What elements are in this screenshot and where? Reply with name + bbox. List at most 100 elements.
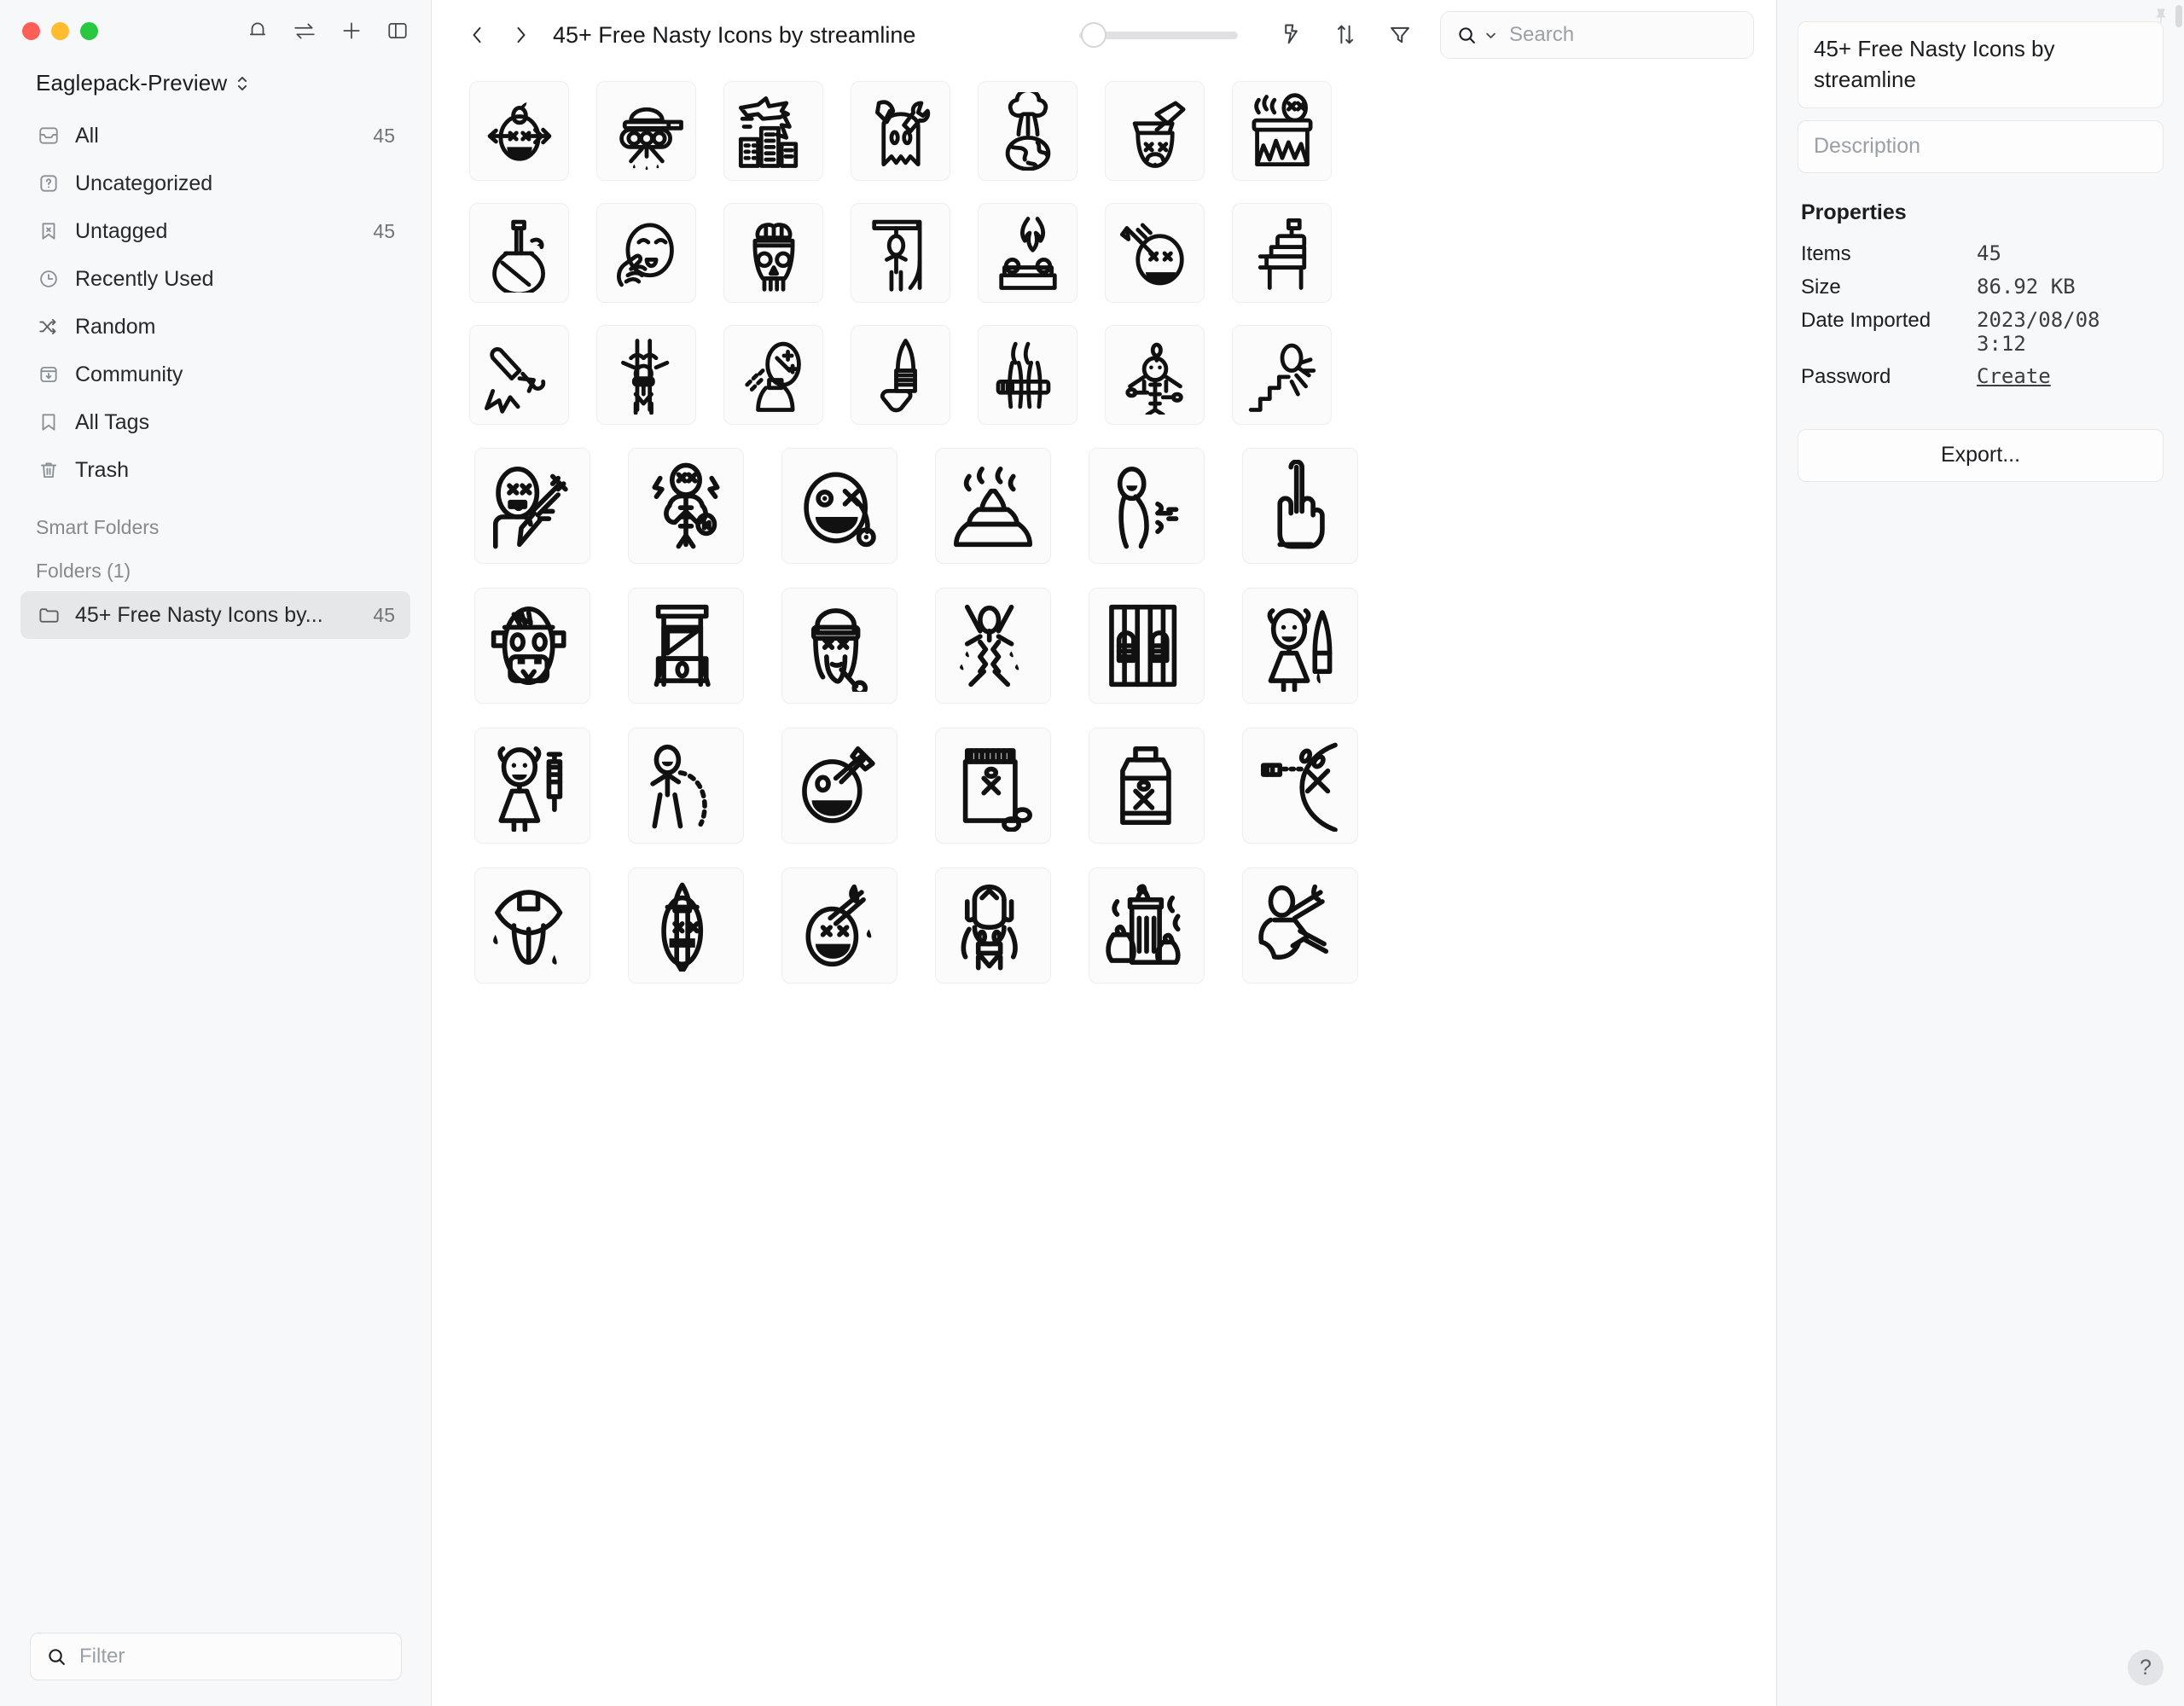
- icon-tile-poison-jug[interactable]: [1089, 728, 1205, 844]
- icon-tile-legs-in-stocks[interactable]: [978, 325, 1077, 425]
- sidebar-item-uncategorized[interactable]: Uncategorized: [20, 160, 410, 207]
- icon-grid-scroll-area[interactable]: [432, 70, 1776, 1706]
- filter-funnel-icon[interactable]: [1385, 20, 1414, 49]
- icon-tile-frankenstein-head[interactable]: [474, 588, 590, 704]
- sidebar-item-community[interactable]: Community: [20, 351, 410, 398]
- export-button[interactable]: Export...: [1798, 428, 2164, 482]
- property-value: 86.92 KB: [1977, 274, 2076, 299]
- create-password-link[interactable]: Create: [1977, 364, 2051, 388]
- library-switcher[interactable]: Eaglepack-Preview: [0, 61, 431, 112]
- search-input[interactable]: Search: [1440, 11, 1754, 59]
- sidebar-item-label: All: [75, 123, 99, 148]
- icon-tile-dead-face-dagger[interactable]: [628, 868, 744, 984]
- history-nav: [462, 20, 536, 49]
- icon-tile-burning-body-table[interactable]: [978, 203, 1077, 303]
- icon-tile-skull-brain[interactable]: [723, 203, 823, 303]
- toggle-sidebar-icon[interactable]: [386, 20, 409, 42]
- icon-tile-axe-in-head[interactable]: [1105, 81, 1205, 181]
- icon-tile-gallows-hanging[interactable]: [851, 203, 950, 303]
- icon-tile-person-torn-apart[interactable]: [935, 588, 1051, 704]
- icon-tile-guillotine[interactable]: [628, 588, 744, 704]
- slider-knob[interactable]: [1081, 22, 1107, 48]
- pin-icon[interactable]: [2152, 7, 2170, 30]
- sidebar-item-all[interactable]: All 45: [20, 112, 410, 160]
- icon-tile-axe-wrench-ghost[interactable]: [851, 81, 950, 181]
- voodoo-doll-pins-icon: [1124, 342, 1183, 415]
- filter-input[interactable]: Filter: [30, 1633, 402, 1680]
- icon-tile-gunshot-spray[interactable]: [1242, 728, 1358, 844]
- icon-tile-arrow-through-head-apple[interactable]: [469, 81, 569, 181]
- person-farting-icon: [1117, 466, 1179, 549]
- icon-tile-person-tied-to-pole[interactable]: [596, 325, 696, 425]
- icon-tile-head-on-fire-pot[interactable]: [1232, 81, 1332, 181]
- inspector-scrollbar[interactable]: [2175, 5, 2182, 27]
- item-description-field[interactable]: Description: [1798, 119, 2164, 173]
- icon-tile-voodoo-doll-pins[interactable]: [1105, 325, 1205, 425]
- icon-tile-smelly-trash-can[interactable]: [1089, 868, 1205, 984]
- chevron-down-icon[interactable]: [1484, 29, 1497, 42]
- icon-tile-bong-pipe[interactable]: [469, 203, 569, 303]
- icon-tile-poop-steaming[interactable]: [935, 448, 1051, 564]
- icon-tile-face-with-cleaver[interactable]: [781, 728, 897, 844]
- folders-header: Folders (1): [36, 560, 131, 582]
- icon-tile-tank-bombing[interactable]: [596, 81, 696, 181]
- sync-icon[interactable]: [293, 20, 317, 42]
- icon-tile-knife-blade[interactable]: [851, 325, 950, 425]
- icon-grid-row: [432, 314, 1776, 436]
- thumbnail-size-slider[interactable]: [1079, 20, 1239, 49]
- zoom-window-button[interactable]: [80, 21, 98, 40]
- sidebar-item-all-tags[interactable]: All Tags: [20, 398, 410, 446]
- sidebar-item-recently-used[interactable]: Recently Used: [20, 255, 410, 303]
- sidebar-item-untagged[interactable]: Untagged 45: [20, 207, 410, 255]
- lightning-icon[interactable]: [1276, 20, 1305, 49]
- icon-tile-topless-woman[interactable]: [935, 868, 1051, 984]
- middle-finger-icon: [1277, 460, 1325, 549]
- icon-tile-person-vomiting[interactable]: [628, 728, 744, 844]
- icon-tile-broken-bone[interactable]: [469, 325, 569, 425]
- icon-tile-voodoo-doll-shock[interactable]: [628, 448, 744, 564]
- icon-tile-dead-face-eyepatch[interactable]: [781, 448, 897, 564]
- close-window-button[interactable]: [22, 21, 40, 40]
- sidebar-item-random[interactable]: Random: [20, 303, 410, 351]
- mouth-tongue-out-icon: [493, 890, 563, 966]
- guillotine-icon: [653, 604, 711, 688]
- frankenstein-head-icon: [491, 606, 566, 686]
- dead-face-eyepatch-icon: [804, 472, 876, 548]
- notifications-icon[interactable]: [247, 20, 269, 42]
- icon-tile-electric-chair[interactable]: [1232, 203, 1332, 303]
- icon-tile-middle-finger[interactable]: [1242, 448, 1358, 564]
- add-icon[interactable]: [340, 20, 363, 42]
- icon-tile-poison-pill-bottle[interactable]: [935, 728, 1051, 844]
- icon-tile-person-stabbed[interactable]: [1242, 868, 1358, 984]
- help-button[interactable]: ?: [2128, 1650, 2164, 1686]
- sidebar-folder-nasty-icons[interactable]: 45+ Free Nasty Icons by... 45: [20, 591, 410, 639]
- inspector-panel: 45+ Free Nasty Icons by streamline Descr…: [1776, 0, 2184, 1706]
- sort-icon[interactable]: [1331, 20, 1360, 49]
- icon-tile-dead-face-syringe[interactable]: [474, 448, 590, 564]
- icon-tile-prison-bars-hands[interactable]: [1089, 588, 1205, 704]
- sidebar-folder-count: 45: [373, 603, 395, 626]
- arrow-through-head-apple-icon: [487, 102, 551, 161]
- minimize-window-button[interactable]: [51, 21, 69, 40]
- fall-down-stairs-icon: [1248, 343, 1316, 412]
- icon-tile-fall-down-stairs[interactable]: [1232, 325, 1332, 425]
- icon-tile-spray-bottle-face[interactable]: [723, 325, 823, 425]
- back-button[interactable]: [462, 20, 491, 49]
- icon-tile-mouth-tongue-out[interactable]: [474, 868, 590, 984]
- icon-tile-person-farting[interactable]: [1089, 448, 1205, 564]
- forward-button[interactable]: [507, 20, 536, 49]
- icon-tile-face-sword-through[interactable]: [781, 868, 897, 984]
- library-name: Eaglepack-Preview: [36, 70, 228, 96]
- item-title-field[interactable]: 45+ Free Nasty Icons by streamline: [1798, 21, 2164, 108]
- sidebar-item-label: Recently Used: [75, 266, 214, 291]
- icon-tile-girl-with-syringe[interactable]: [474, 728, 590, 844]
- chevron-updown-icon: [238, 76, 247, 90]
- icon-tile-dead-girl-hair[interactable]: [781, 588, 897, 704]
- icon-tile-nuclear-explosion-earth[interactable]: [978, 81, 1077, 181]
- icon-tile-hand-pinching-face[interactable]: [596, 203, 696, 303]
- icon-tile-airstrike-city[interactable]: [723, 81, 823, 181]
- icon-tile-cigarette-face[interactable]: [1105, 203, 1205, 303]
- icon-tile-girl-with-knife[interactable]: [1242, 588, 1358, 704]
- sidebar-item-trash[interactable]: Trash: [20, 446, 410, 494]
- sidebar-item-label: All Tags: [75, 409, 150, 434]
